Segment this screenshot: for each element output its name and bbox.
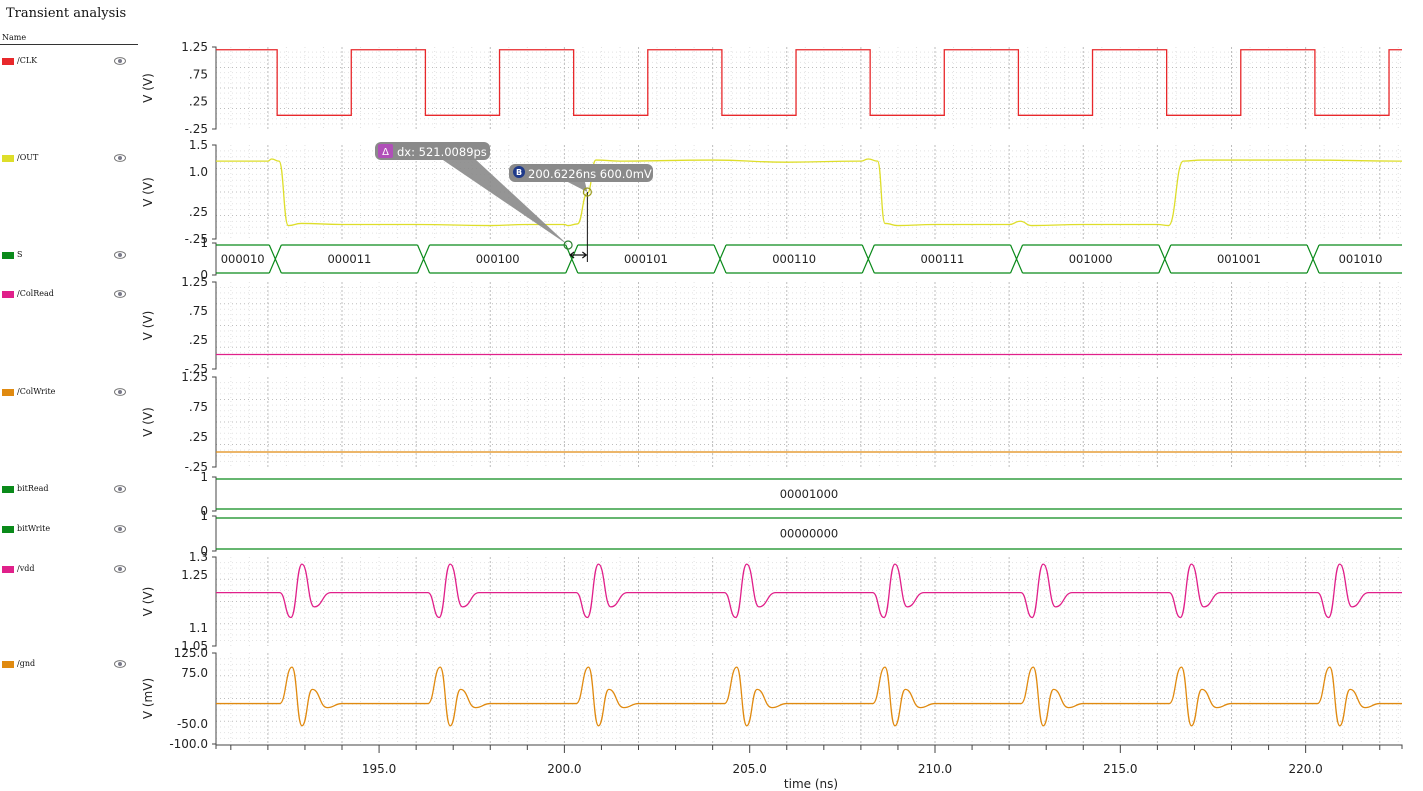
y-tick-label: 1.3 (189, 550, 208, 564)
panel-colread: 1.25.75.25-.25V (V) (141, 275, 1402, 376)
delta-arrow (569, 251, 588, 259)
y-axis-label: V (V) (141, 177, 155, 207)
bus-value-label: 001010 (1339, 252, 1383, 266)
axis-bracket (212, 515, 217, 552)
axis-bracket (212, 46, 217, 130)
y-tick-label: 1 (200, 470, 208, 484)
bus-transition (1158, 244, 1172, 274)
panel-bitread: 1000001000 (200, 470, 1402, 518)
y-tick-label: .25 (189, 205, 208, 219)
delta-icon-glyph: Δ (382, 147, 389, 158)
bus-value-label: 000110 (772, 252, 816, 266)
y-axis-label: V (V) (141, 73, 155, 103)
y-tick-label: .75 (189, 304, 208, 318)
delta-text: dx: 521.0089ps (397, 145, 487, 159)
y-tick-label: .25 (189, 95, 208, 109)
panel-s: 10000010 000011 000100 000101 000110 000111 00… (200, 236, 1402, 282)
y-tick-label: 1.25 (181, 370, 208, 384)
bus-value-label: 001000 (1069, 252, 1113, 266)
y-tick-label: 1.25 (181, 568, 208, 582)
axis-bracket (212, 556, 217, 647)
b-icon-glyph: B (516, 168, 522, 177)
x-tick-label: 210.0 (918, 762, 952, 776)
y-axis-label: V (V) (141, 407, 155, 437)
y-tick-label: 1.25 (181, 40, 208, 54)
x-tick-label: 220.0 (1288, 762, 1322, 776)
bus-transition (1306, 244, 1320, 274)
panel-colwrite: 1.25.75.25-.25V (V) (141, 370, 1402, 474)
y-tick-label: 75.0 (181, 666, 208, 680)
bus-value-label: 00001000 (780, 487, 839, 501)
bus-transition (1009, 244, 1024, 274)
y-tick-label: 1.5 (189, 138, 208, 152)
x-tick-label: 215.0 (1103, 762, 1137, 776)
y-tick-label: -100.0 (169, 737, 208, 751)
panel-gnd: 125.0 75.0 -50.0 -100.0 V (mV) (141, 646, 1402, 751)
waveform-plot[interactable]: 1.25.75.25-.25V (V)1.51.0.25-.25V (V)100… (0, 0, 1423, 791)
y-axis-label: V (V) (141, 311, 155, 341)
y-tick-label: .75 (189, 400, 208, 414)
bus-transition (416, 244, 431, 274)
bus-transition (713, 244, 727, 274)
y-tick-label: .25 (189, 333, 208, 347)
y-tick-label: -50.0 (177, 717, 208, 731)
bus-transition (861, 244, 875, 274)
x-tick-label: 200.0 (547, 762, 581, 776)
delta-marker-label: Δdx: 521.0089ps (375, 142, 490, 160)
bus-transition (268, 244, 282, 274)
y-tick-label: 125.0 (174, 646, 208, 660)
x-tick-label: 195.0 (362, 762, 396, 776)
panel-out: 1.51.0.25-.25V (V) (141, 138, 1403, 246)
b-marker-label: B 200.6226ns 600.0mV (509, 164, 653, 182)
axis-bracket (212, 281, 217, 370)
bus-value-label: 001001 (1217, 252, 1261, 266)
y-tick-label: 1.25 (181, 275, 208, 289)
y-tick-label: 1 (200, 509, 208, 523)
axis-bracket (212, 242, 217, 276)
panel-bitwrite: 1000000000 (200, 509, 1402, 558)
y-tick-label: -.25 (185, 122, 208, 136)
y-tick-label: 1.0 (189, 165, 208, 179)
b-marker-text: 200.6226ns 600.0mV (528, 167, 652, 181)
y-tick-label: 1 (200, 236, 208, 250)
y-tick-label: 1.1 (189, 621, 208, 635)
axis-bracket (212, 476, 217, 512)
y-tick-label: .25 (189, 430, 208, 444)
x-axis-label: time (ns) (784, 777, 838, 791)
bus-value-label: 000100 (476, 252, 520, 266)
y-tick-label: .75 (189, 67, 208, 81)
panel-clk: 1.25 .75 .25 -.25 V (V) (141, 40, 1402, 136)
axis-bracket (212, 144, 217, 240)
axis-bracket (212, 652, 217, 745)
bus-value-label: 000111 (920, 252, 964, 266)
x-axis: 195.0 200.0 205.0 210.0 215.0 220.0 time (ns) (215, 744, 1403, 791)
y-axis-label: V (mV) (141, 678, 155, 719)
bus-value-label: 00000000 (780, 527, 839, 541)
x-tick-label: 205.0 (733, 762, 767, 776)
bus-value-label: 000011 (327, 252, 371, 266)
markers: Δdx: 521.0089ps B 200.6226ns 600.0mV (375, 142, 653, 262)
y-axis-label: V (V) (141, 587, 155, 617)
bus-value-label: 000010 (221, 252, 265, 266)
panel-vdd: 1.31.251.11.05V (V) (141, 550, 1402, 653)
axis-bracket (212, 376, 217, 468)
bus-value-label: 000101 (624, 252, 668, 266)
